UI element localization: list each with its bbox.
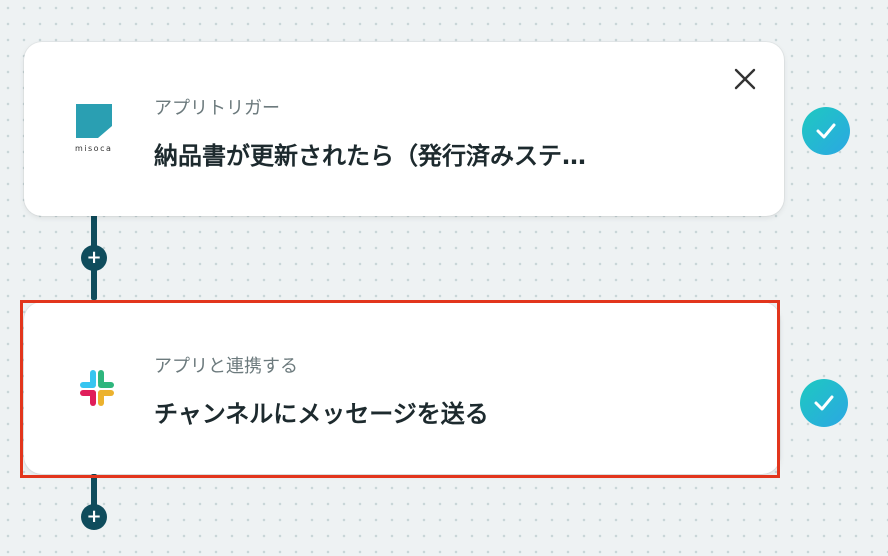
action-title: チャンネルにメッセージを送る (154, 400, 489, 428)
add-step-button[interactable]: + (81, 245, 107, 271)
action-type-label: アプリと連携する (154, 356, 298, 377)
trigger-title: 納品書が更新されたら（発行済みステ… (154, 142, 586, 170)
trigger-completed-check-icon (802, 107, 850, 155)
slack-logo-icon (74, 364, 120, 410)
misoca-logo-icon: misoca (74, 102, 120, 153)
trigger-step-card[interactable]: misoca アプリトリガー 納品書が更新されたら（発行済みステ… (24, 42, 784, 216)
action-step-card[interactable]: アプリと連携する チャンネルにメッセージを送る (24, 302, 780, 474)
misoca-logo-text: misoca (75, 144, 112, 152)
plus-icon: + (86, 247, 102, 268)
close-icon (734, 68, 756, 90)
trigger-type-label: アプリトリガー (154, 98, 280, 119)
close-button[interactable] (730, 64, 760, 94)
action-completed-check-icon (800, 379, 848, 427)
plus-icon: + (86, 506, 102, 527)
add-step-button-bottom[interactable]: + (81, 504, 107, 530)
